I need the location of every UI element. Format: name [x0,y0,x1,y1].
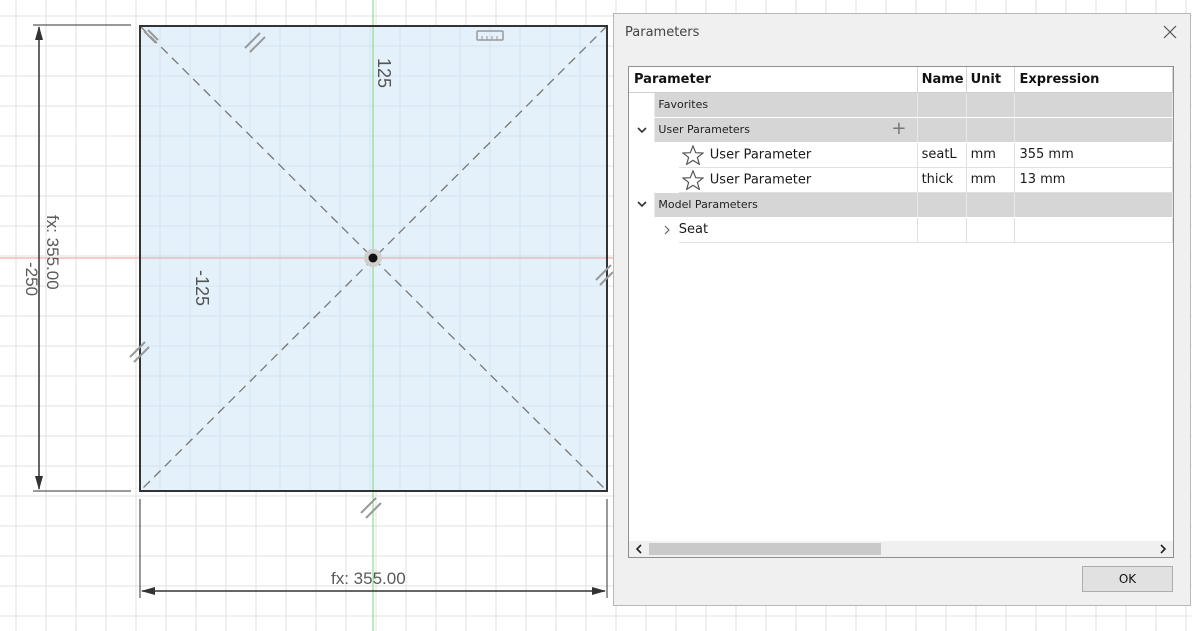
parameter-expression-cell[interactable]: 355 mm [1014,142,1173,168]
parameter-label: User Parameter [709,172,812,187]
axis-label-left: -125 [192,270,212,306]
column-header-parameter[interactable]: Parameter [629,67,918,93]
vertical-dimension-sublabel: -250 [22,262,41,296]
favorites-group-row[interactable]: Favorites [629,92,1173,118]
model-parameters-label: Model Parameters [654,192,918,218]
center-point[interactable] [368,253,378,263]
model-parameters-group-row[interactable]: Model Parameters [629,192,1173,218]
table-row[interactable]: Seat [629,217,1173,243]
parameter-expression-cell[interactable]: 13 mm [1014,167,1173,193]
scrollbar-thumb[interactable] [649,543,881,555]
parameter-name-cell[interactable]: seatL [917,142,967,168]
parameters-table: Parameter Name Unit Expression Favorites… [628,66,1174,558]
table-header: Parameter Name Unit Expression [629,67,1173,93]
horizontal-dimension-label[interactable]: fx: 355.00 [331,569,406,588]
model-component-label: Seat [678,217,918,243]
scroll-right-arrow-icon[interactable] [1157,541,1169,557]
close-icon[interactable] [1162,24,1178,40]
favorites-label: Favorites [654,92,918,118]
parameter-name-cell[interactable]: thick [917,167,967,193]
user-parameters-group-row[interactable]: User Parameters + [629,117,1173,143]
vertical-dimension-label[interactable]: fx: 355.00 [43,215,62,290]
parallel-constraint-icon[interactable] [360,497,382,519]
scroll-left-arrow-icon[interactable] [633,541,645,557]
table-row[interactable]: User Parameter thick mm 13 mm [629,167,1173,193]
chevron-right-icon[interactable] [662,224,672,236]
user-parameters-label: User Parameters [658,123,750,136]
parameter-unit-cell[interactable]: mm [966,142,1016,168]
parameters-dialog: Parameters Parameter Name Unit Expressio… [613,13,1191,606]
column-header-name[interactable]: Name [917,67,967,93]
axis-label-top: 125 [374,58,394,88]
plus-icon[interactable]: + [891,119,906,137]
star-icon[interactable] [681,144,704,165]
parameter-unit-cell[interactable]: mm [966,167,1016,193]
parameter-label: User Parameter [709,147,812,162]
star-icon[interactable] [681,169,704,190]
column-header-unit[interactable]: Unit [966,67,1016,93]
chevron-down-icon[interactable] [636,198,648,210]
column-header-expression[interactable]: Expression [1014,67,1173,93]
dialog-title: Parameters [625,25,700,40]
chevron-down-icon[interactable] [636,124,648,136]
ok-button[interactable]: OK [1082,566,1173,592]
horizontal-scrollbar[interactable] [629,541,1173,557]
table-row[interactable]: User Parameter seatL mm 355 mm [629,142,1173,168]
